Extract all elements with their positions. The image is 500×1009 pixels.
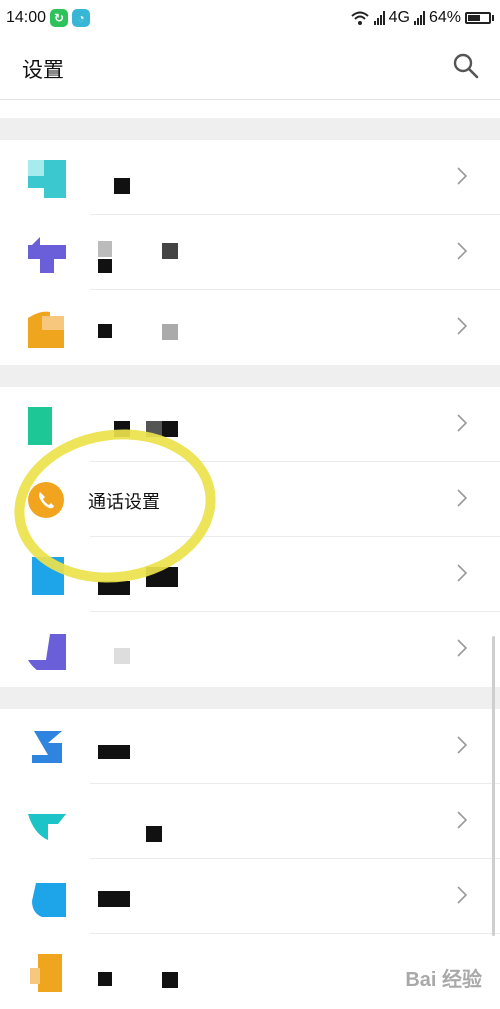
chevron-right-icon [457,167,468,185]
watermark: Bai 经验 [405,969,482,991]
settings-item-1[interactable] [0,140,500,215]
app-icon [28,814,66,840]
signal-icon [373,11,385,25]
status-time: 14:00 [6,9,47,26]
chevron-right-icon [457,414,468,432]
settings-item-2[interactable] [0,215,500,290]
status-right: 4G 64% [350,9,494,27]
chevron-right-icon [457,639,468,657]
chevron-right-icon [457,886,468,904]
call-settings-label: 通话设置 [88,492,160,512]
app-icon [32,731,62,763]
settings-item-10[interactable] [0,859,500,934]
app-icon [28,237,66,273]
section-divider [0,118,500,140]
app-icon [28,160,66,198]
phone-icon [28,482,64,518]
app-header: 设置 [0,36,500,100]
app-icon [32,883,66,917]
battery-icon [465,12,494,24]
app-icon [28,407,52,445]
search-icon[interactable] [452,52,480,80]
scrollbar[interactable] [492,636,495,936]
chevron-right-icon [457,317,468,335]
signal-icon-2 [413,11,425,25]
settings-item-7[interactable] [0,612,500,687]
chevron-right-icon [457,564,468,582]
app-icon [32,557,64,595]
page-title: 设置 [22,59,64,82]
section-divider [0,687,500,709]
chevron-right-icon [457,736,468,754]
notification-app-icon: ↻ [50,9,69,27]
chevron-right-icon [457,242,468,260]
settings-item-6[interactable] [0,537,500,612]
status-left: 14:00 ↻ ◔ [6,9,91,27]
settings-item-3[interactable] [0,290,500,365]
call-settings-item[interactable]: 通话设置 [0,462,500,537]
settings-item-4[interactable] [0,387,500,462]
notification-app-icon-2: ◔ [72,9,91,27]
network-type: 4G [388,9,410,26]
app-icon [28,311,64,348]
section-divider [0,365,500,387]
battery-percent: 64% [428,9,461,26]
app-icon [30,954,62,992]
chevron-right-icon [457,811,468,829]
wifi-icon [350,11,369,25]
app-icon [28,634,66,670]
chevron-right-icon [457,489,468,507]
settings-item-8[interactable] [0,709,500,784]
status-bar: 14:00 ↻ ◔ 4G 64% [0,0,500,36]
settings-item-9[interactable] [0,784,500,859]
